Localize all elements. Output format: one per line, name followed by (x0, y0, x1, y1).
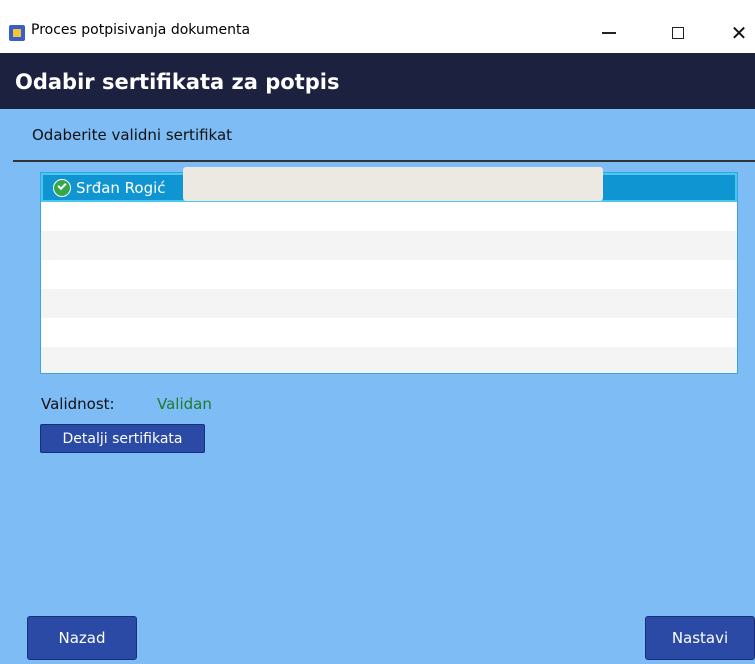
divider (13, 160, 755, 162)
empty-row (41, 231, 737, 260)
maximize-button[interactable] (655, 15, 701, 51)
validity-label: Validnost: (41, 395, 115, 413)
title-bar: Proces potpisivanja dokumenta ✕ (0, 0, 755, 53)
minimize-button[interactable] (586, 15, 632, 51)
empty-row (41, 318, 737, 347)
redacted-area (183, 167, 603, 201)
signing-dialog: Proces potpisivanja dokumenta ✕ Odabir s… (0, 0, 755, 664)
empty-row (41, 202, 737, 231)
app-icon (9, 25, 25, 41)
check-circle-icon (53, 178, 71, 197)
certificate-name: Srđan Rogić (76, 178, 166, 197)
certificate-list[interactable]: Srđan Rogić (40, 172, 738, 374)
maximize-icon (672, 27, 684, 39)
next-button[interactable]: Nastavi (645, 616, 755, 660)
page-header: Odabir sertifikata za potpis (0, 53, 755, 109)
certificate-details-button[interactable]: Detalji sertifikata (40, 424, 205, 453)
close-icon: ✕ (730, 21, 748, 45)
validity-value: Validan (157, 395, 212, 413)
minimize-icon (602, 32, 616, 34)
back-button[interactable]: Nazad (27, 616, 137, 660)
empty-row (41, 347, 737, 373)
close-button[interactable]: ✕ (716, 15, 755, 51)
empty-row (41, 289, 737, 318)
page-title: Odabir sertifikata za potpis (15, 70, 340, 94)
window-title: Proces potpisivanja dokumenta (31, 22, 251, 38)
instruction-text: Odaberite validni sertifikat (32, 126, 233, 144)
empty-row (41, 260, 737, 289)
